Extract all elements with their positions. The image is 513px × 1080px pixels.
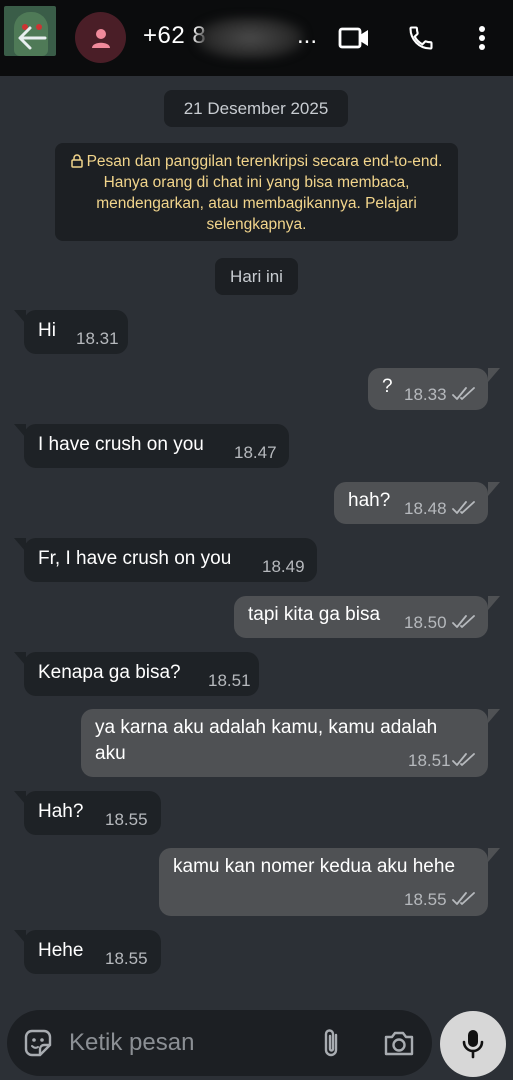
more-vertical-icon[interactable] xyxy=(462,18,502,58)
message-time: 18.47 xyxy=(234,443,277,462)
message-time: 18.51 xyxy=(408,751,451,770)
message-text: I have crush on you xyxy=(38,434,204,455)
message-time: 18.55 xyxy=(105,949,148,968)
message-text: Fr, I have crush on you xyxy=(38,548,232,569)
outgoing-message[interactable]: hah? 18.48 xyxy=(334,482,488,524)
outgoing-message[interactable]: tapi kita ga bisa 18.50 xyxy=(234,596,488,638)
message-input-bar: Ketik pesan xyxy=(7,1010,432,1076)
double-check-icon xyxy=(452,753,475,766)
incoming-message[interactable]: Hehe 18.55 xyxy=(24,930,161,974)
redacted-name-blur xyxy=(195,16,305,60)
message-input[interactable]: Ketik pesan xyxy=(69,1029,194,1057)
encryption-notice[interactable]: Pesan dan panggilan terenkripsi secara e… xyxy=(55,143,458,241)
person-icon xyxy=(91,28,110,48)
microphone-button[interactable] xyxy=(440,1011,506,1077)
phone-icon[interactable] xyxy=(401,18,441,58)
message-text: Kenapa ga bisa? xyxy=(38,662,181,683)
message-time: 18.31 xyxy=(76,329,119,348)
incoming-message[interactable]: Fr, I have crush on you 18.49 xyxy=(24,538,317,582)
message-time: 18.51 xyxy=(208,671,251,690)
today-chip: Hari ini xyxy=(215,258,298,295)
contact-avatar[interactable] xyxy=(75,12,126,63)
incoming-message[interactable]: Hi 18.31 xyxy=(24,310,128,354)
chat-screen: +62 8 ... 21 Desember 2025 Pesan dan pan… xyxy=(0,0,513,1080)
outgoing-message[interactable]: ? 18.33 xyxy=(368,368,488,410)
message-time: 18.50 xyxy=(404,613,447,632)
incoming-message[interactable]: I have crush on you 18.47 xyxy=(24,424,289,468)
message-text: ? xyxy=(382,376,393,397)
message-time: 18.33 xyxy=(404,385,447,404)
message-list[interactable]: 21 Desember 2025 Pesan dan panggilan ter… xyxy=(0,76,513,1006)
double-check-icon xyxy=(452,615,475,628)
microphone-icon xyxy=(462,1030,484,1059)
message-time: 18.48 xyxy=(404,499,447,518)
double-check-icon xyxy=(452,501,475,514)
chat-header: +62 8 ... xyxy=(0,0,513,76)
lock-icon xyxy=(70,154,83,168)
video-camera-icon[interactable] xyxy=(334,18,374,58)
message-time: 18.55 xyxy=(105,810,148,829)
incoming-message[interactable]: Kenapa ga bisa? 18.51 xyxy=(24,652,259,696)
double-check-icon xyxy=(452,387,475,400)
back-arrow-icon[interactable] xyxy=(14,22,50,54)
double-check-icon xyxy=(452,892,475,905)
message-text: Hehe xyxy=(38,940,84,961)
message-time: 18.55 xyxy=(404,890,447,909)
message-text-line1: ya karna aku adalah kamu, kamu adalah xyxy=(95,717,438,738)
message-time: 18.49 xyxy=(262,557,305,576)
message-text-line2: aku xyxy=(95,743,126,764)
outgoing-message[interactable]: kamu kan nomer kedua aku hehe 18.55 xyxy=(159,848,488,916)
message-text: hah? xyxy=(348,490,391,511)
date-chip: 21 Desember 2025 xyxy=(164,90,348,127)
message-text: tapi kita ga bisa xyxy=(248,604,381,625)
camera-icon[interactable] xyxy=(380,1024,418,1062)
message-text: Hah? xyxy=(38,801,84,822)
sticker-smile-icon[interactable] xyxy=(19,1024,57,1062)
paperclip-icon[interactable] xyxy=(312,1024,350,1062)
outgoing-message[interactable]: ya karna aku adalah kamu, kamu adalah ak… xyxy=(81,709,488,777)
contact-name-ellipsis: ... xyxy=(297,22,318,49)
encryption-notice-text: Pesan dan panggilan terenkripsi secara e… xyxy=(86,153,443,233)
incoming-message[interactable]: Hah? 18.55 xyxy=(24,791,161,835)
message-text: Hi xyxy=(38,320,56,341)
message-text: kamu kan nomer kedua aku hehe xyxy=(173,856,456,877)
